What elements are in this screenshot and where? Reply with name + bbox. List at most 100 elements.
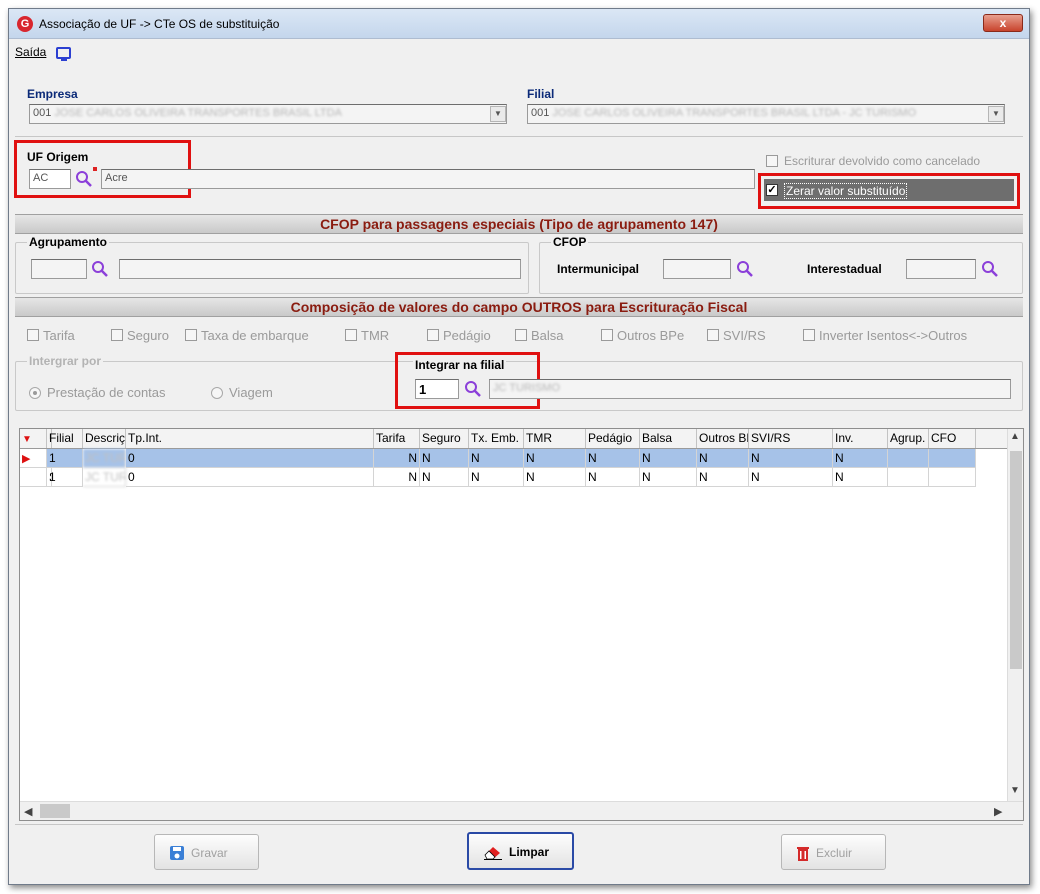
- vertical-scrollbar[interactable]: ▲ ▼: [1007, 429, 1023, 801]
- row-indicator: [20, 468, 47, 487]
- grid-column-header[interactable]: Outros BPe: [697, 429, 749, 448]
- zerar-label: Zerar valor substituído: [784, 183, 908, 199]
- zerar-checkbox[interactable]: ✓: [766, 184, 778, 196]
- table-cell: N: [586, 468, 640, 487]
- cfop-section-header: CFOP para passagens especiais (Tipo de a…: [15, 214, 1023, 234]
- table-cell: JC TURISMO: [83, 449, 126, 468]
- eraser-icon: [484, 847, 502, 860]
- table-cell: N: [833, 468, 888, 487]
- table-cell: N: [640, 449, 697, 468]
- chevron-down-icon[interactable]: ▼: [988, 106, 1004, 122]
- interestadual-input[interactable]: [906, 259, 976, 279]
- scroll-down-icon[interactable]: ▼: [1010, 785, 1020, 796]
- menu-saida[interactable]: Saída: [15, 45, 46, 59]
- table-cell: 1: [47, 468, 83, 487]
- composicao-checkbox[interactable]: [803, 329, 815, 341]
- grid-column-header[interactable]: Agrup.: [888, 429, 929, 448]
- composicao-label: SVI/RS: [723, 328, 766, 343]
- table-cell: N: [469, 449, 524, 468]
- table-cell: N: [420, 449, 469, 468]
- table-cell: JC TURISMO: [83, 468, 126, 487]
- sort-indicator-icon: ▼: [20, 429, 47, 448]
- grid-column-header[interactable]: CFO: [929, 429, 976, 448]
- grid-column-header[interactable]: Tx. Emb.: [469, 429, 524, 448]
- composicao-label: TMR: [361, 328, 390, 343]
- filial-select[interactable]: 001 JOSE CARLOS OLIVEIRA TRANSPORTES BRA…: [527, 104, 1005, 124]
- composicao-checkbox[interactable]: [707, 329, 719, 341]
- scroll-up-icon[interactable]: ▲: [1010, 431, 1020, 442]
- data-grid[interactable]: ▼UFFilialDescriçãoTp.Int.TarifaSeguroTx.…: [19, 428, 1024, 821]
- divider: [15, 824, 1023, 825]
- composicao-checkbox[interactable]: [111, 329, 123, 341]
- chevron-down-icon[interactable]: ▼: [490, 106, 506, 122]
- table-row[interactable]: ▶AC1JC TURISMO0NNNNNNNNN: [20, 449, 1007, 468]
- search-icon[interactable]: [736, 260, 754, 278]
- gravar-button[interactable]: Gravar: [154, 834, 259, 870]
- composicao-label: Tarifa: [43, 328, 75, 343]
- table-cell: [888, 449, 929, 468]
- grid-column-header[interactable]: Descrição: [83, 429, 126, 448]
- grid-column-header[interactable]: TMR: [524, 429, 586, 448]
- uf-origem-code-input[interactable]: AC: [29, 169, 71, 189]
- agrupamento-desc-field: [119, 259, 521, 279]
- composicao-checkbox-row: Tarifa Seguro Taxa de embarque TMR Pedágio Ba…: [27, 328, 1027, 344]
- grid-column-header[interactable]: Tarifa: [374, 429, 420, 448]
- search-icon[interactable]: [464, 380, 482, 398]
- composicao-checkbox[interactable]: [601, 329, 613, 341]
- grid-header: ▼UFFilialDescriçãoTp.Int.TarifaSeguroTx.…: [20, 429, 1023, 449]
- table-cell: N: [420, 468, 469, 487]
- escriturar-checkbox[interactable]: [766, 155, 778, 167]
- excluir-button[interactable]: Excluir: [781, 834, 886, 870]
- table-cell: 1: [47, 449, 83, 468]
- grid-column-header[interactable]: Pedágio: [586, 429, 640, 448]
- h-scrollbar-thumb[interactable]: [40, 804, 70, 818]
- intermunicipal-input[interactable]: [663, 259, 731, 279]
- close-button[interactable]: x: [983, 14, 1023, 32]
- limpar-button[interactable]: Limpar: [467, 832, 574, 870]
- table-cell: N: [374, 468, 420, 487]
- empresa-select[interactable]: 001 JOSE CARLOS OLIVEIRA TRANSPORTES BRA…: [29, 104, 507, 124]
- grid-column-header[interactable]: Seguro: [420, 429, 469, 448]
- composicao-checkbox[interactable]: [345, 329, 357, 341]
- table-cell: [929, 468, 976, 487]
- scroll-right-icon[interactable]: ▶: [994, 805, 1002, 818]
- table-cell: 0: [126, 449, 374, 468]
- composicao-checkbox[interactable]: [427, 329, 439, 341]
- composicao-label: Taxa de embarque: [201, 328, 309, 343]
- composicao-checkbox[interactable]: [185, 329, 197, 341]
- table-row[interactable]: SP1JC TURISMO0NNNNNNNNN: [20, 468, 1007, 487]
- table-cell: N: [749, 449, 833, 468]
- filial-code: 001: [531, 107, 550, 119]
- grid-column-header[interactable]: Inv.: [833, 429, 888, 448]
- integrar-filial-code-input[interactable]: 1: [415, 379, 459, 399]
- cfop-label: CFOP: [551, 235, 589, 249]
- composicao-section-header: Composição de valores do campo OUTROS pa…: [15, 297, 1023, 317]
- scrollbar-thumb[interactable]: [1010, 451, 1022, 669]
- radio-viagem[interactable]: [211, 387, 223, 399]
- search-icon[interactable]: [981, 260, 999, 278]
- filial-label: Filial: [527, 87, 555, 101]
- search-icon[interactable]: [75, 170, 93, 188]
- agrupamento-code-input[interactable]: [31, 259, 87, 279]
- interestadual-label: Interestadual: [807, 262, 882, 276]
- table-cell: N: [586, 449, 640, 468]
- title-bar: G Associação de UF -> CTe OS de substitu…: [9, 9, 1029, 39]
- table-cell: N: [524, 449, 586, 468]
- monitor-icon[interactable]: [56, 47, 71, 61]
- scroll-left-icon[interactable]: ◀: [24, 805, 32, 818]
- grid-column-header[interactable]: Tp.Int.: [126, 429, 374, 448]
- integrar-filial-label: Integrar na filial: [413, 358, 507, 372]
- grid-column-header[interactable]: Filial: [47, 429, 83, 448]
- radio-prestacao[interactable]: [29, 387, 41, 399]
- horizontal-scrollbar[interactable]: ◀ ▶: [20, 801, 1023, 820]
- excluir-label: Excluir: [816, 846, 853, 860]
- divider: [15, 136, 1023, 137]
- grid-column-header[interactable]: SVI/RS: [749, 429, 833, 448]
- grid-column-header[interactable]: Balsa: [640, 429, 697, 448]
- search-icon[interactable]: [91, 260, 109, 278]
- composicao-checkbox[interactable]: [27, 329, 39, 341]
- composicao-checkbox[interactable]: [515, 329, 527, 341]
- empresa-name: JOSE CARLOS OLIVEIRA TRANSPORTES BRASIL …: [54, 107, 342, 119]
- integrar-por-label: Intergrar por: [27, 354, 104, 368]
- composicao-label: Seguro: [127, 328, 169, 343]
